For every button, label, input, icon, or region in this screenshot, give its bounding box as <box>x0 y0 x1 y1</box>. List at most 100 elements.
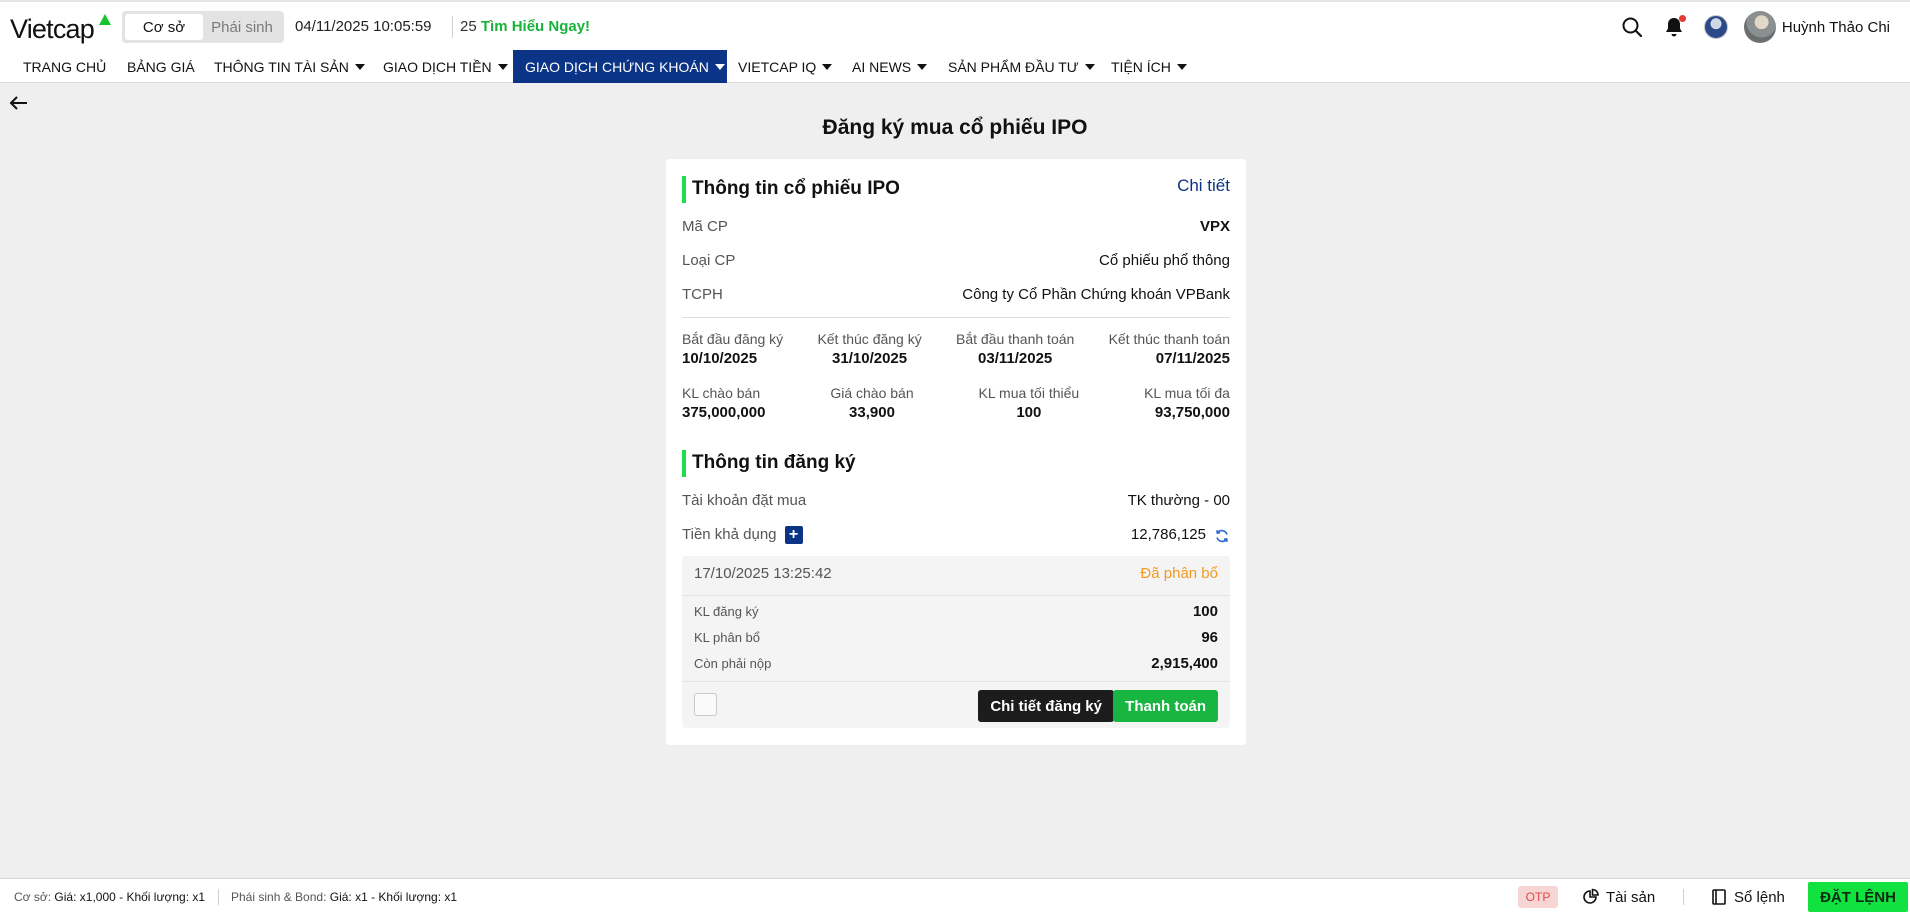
registration-detail-button[interactable]: Chi tiết đăng ký <box>978 690 1114 722</box>
assets-label: Tài sản <box>1606 888 1656 906</box>
nav-item-price-board[interactable]: BẢNG GIÁ <box>115 50 207 83</box>
registration-record: 17/10/2025 13:25:42 Đã phân bổ KL đăng k… <box>682 556 1230 728</box>
info-value: VPX <box>1199 217 1230 235</box>
volume-cell: KL mua tối thiểu 100 <box>979 385 1080 421</box>
record-row-allocated: KL phân bổ 96 <box>694 628 1218 646</box>
divider <box>682 681 1230 682</box>
avatar <box>1743 11 1776 43</box>
date-label: Kết thúc đăng ký <box>817 331 922 347</box>
account-row: Tài khoản đặt mua TK thường - 00 <box>682 490 1230 510</box>
user-name: Huỳnh Thảo Chi <box>1781 18 1890 36</box>
profile-avatar-icon[interactable] <box>1702 13 1730 41</box>
ticker-prefix: 25 <box>460 18 477 35</box>
info-row-ticker: Mã CP VPX <box>682 216 1230 236</box>
caret-down-icon <box>354 63 365 70</box>
volume-cell: KL mua tối đa 93,750,000 <box>1144 385 1230 421</box>
record-checkbox[interactable] <box>694 693 717 716</box>
nav-label: SẢN PHẨM ĐẦU TƯ <box>948 58 1079 75</box>
derivative-multiplier: Phái sinh & Bond: Giá: x1 - Khối lượng: … <box>231 890 457 904</box>
balance-value: 12,786,125 <box>1130 526 1206 544</box>
status-badge: Đã phân bổ <box>1140 565 1218 582</box>
account-label: Tài khoản đặt mua <box>682 491 807 509</box>
header-actions: Huỳnh Thảo Chi <box>1618 10 1890 44</box>
divider <box>682 595 1230 596</box>
date-cell: Kết thúc thanh toán 07/11/2025 <box>1109 331 1230 367</box>
divider <box>1683 889 1684 905</box>
caret-down-icon <box>1084 63 1095 70</box>
nav-label: BẢNG GIÁ <box>127 58 195 75</box>
spot-value: Giá: x1,000 - Khối lượng: x1 <box>54 890 206 904</box>
date-cell: Bắt đầu thanh toán 03/11/2025 <box>956 331 1074 367</box>
nav-label: GIAO DỊCH CHỨNG KHOÁN <box>525 58 709 75</box>
nav-item-ai-news[interactable]: AI NEWS <box>840 50 939 83</box>
record-row-payable: Còn phải nộp 2,915,400 <box>694 654 1218 672</box>
ipo-volumes-grid: KL chào bán 375,000,000 Giá chào bán 33,90… <box>682 385 1230 421</box>
record-row-registered: KL đăng ký 100 <box>694 602 1218 620</box>
back-arrow-icon[interactable] <box>8 92 32 116</box>
date-value: 03/11/2025 <box>978 350 1053 367</box>
balance-row: Tiền khả dụng + 12,786,125 <box>682 525 1230 545</box>
deposit-plus-button[interactable]: + <box>784 526 803 545</box>
volume-value: 33,900 <box>849 404 895 421</box>
pie-chart-icon <box>1583 888 1599 904</box>
ipo-detail-link[interactable]: Chi tiết <box>1177 176 1230 196</box>
date-value: 07/11/2025 <box>1155 350 1230 367</box>
volume-label: KL mua tối đa <box>1144 385 1230 401</box>
refresh-icon[interactable] <box>1214 528 1230 544</box>
pay-button[interactable]: Thanh toán <box>1113 690 1218 722</box>
market-tab-spot[interactable]: Cơ sở <box>125 14 203 40</box>
vietcap-logo[interactable]: Vietcap <box>10 14 95 45</box>
search-icon[interactable] <box>1618 13 1646 41</box>
volume-value: 93,750,000 <box>1154 404 1230 421</box>
bell-icon[interactable] <box>1660 13 1688 41</box>
info-label: Loại CP <box>682 251 736 269</box>
caret-down-icon <box>714 63 725 70</box>
nav-item-cash-transactions[interactable]: GIAO DỊCH TIỀN <box>371 50 520 83</box>
nav-item-utilities[interactable]: TIỆN ÍCH <box>1099 50 1199 83</box>
orderbook-button[interactable]: Sổ lệnh <box>1710 885 1785 909</box>
news-ticker[interactable]: 25 Tìm Hiểu Ngay! <box>460 18 590 35</box>
volume-label: KL chào bán <box>682 385 761 401</box>
record-label: Còn phải nộp <box>694 655 772 671</box>
page-title: Đăng ký mua cổ phiếu IPO <box>822 116 1088 139</box>
user-menu[interactable]: Huỳnh Thảo Chi <box>1743 11 1890 43</box>
divider <box>452 16 453 38</box>
market-tab-derivative[interactable]: Phái sinh <box>203 14 281 40</box>
nav-item-home[interactable]: TRANG CHỦ <box>11 50 118 83</box>
balance-label-group: Tiền khả dụng + <box>682 526 803 545</box>
assets-button[interactable]: Tài sản <box>1582 885 1655 909</box>
clock: 04/11/2025 10:05:59 <box>295 18 432 35</box>
date-value: 31/10/2025 <box>832 350 908 367</box>
otp-badge[interactable]: OTP <box>1518 886 1558 908</box>
date-cell: Kết thúc đăng ký 31/10/2025 <box>817 331 921 367</box>
info-label: TCPH <box>682 285 723 303</box>
record-value: 96 <box>1201 628 1218 646</box>
date-value: 10/10/2025 <box>682 350 758 367</box>
nav-item-securities-trading[interactable]: GIAO DỊCH CHỨNG KHOÁN <box>513 50 727 83</box>
nav-label: VIETCAP IQ <box>738 58 817 75</box>
place-order-button[interactable]: ĐẶT LỆNH <box>1808 882 1908 912</box>
ticker-link[interactable]: Tìm Hiểu Ngay! <box>481 18 590 35</box>
orderbook-label: Sổ lệnh <box>1734 888 1785 906</box>
volume-cell: Giá chào bán 33,900 <box>830 385 913 421</box>
volume-value: 100 <box>1016 404 1042 421</box>
record-label: KL đăng ký <box>694 603 759 619</box>
volume-label: Giá chào bán <box>830 385 914 401</box>
section-title-registration: Thông tin đăng ký <box>682 449 856 477</box>
main-nav: TRANG CHỦ BẢNG GIÁ THÔNG TIN TÀI SẢN GIA… <box>0 50 1910 83</box>
divider <box>682 317 1230 318</box>
nav-item-vietcap-iq[interactable]: VIETCAP IQ <box>726 50 844 83</box>
top-header: Vietcap Cơ sở Phái sinh 04/11/2025 10:05… <box>0 0 1910 50</box>
spot-multiplier: Cơ sở: Giá: x1,000 - Khối lượng: x1 <box>14 890 205 904</box>
volume-cell: KL chào bán 375,000,000 <box>682 385 765 421</box>
nav-label: GIAO DỊCH TIỀN <box>383 58 492 75</box>
info-value: Công ty Cổ Phần Chứng khoán VPBank <box>962 285 1230 303</box>
date-label: Bắt đầu đăng ký <box>682 331 784 347</box>
nav-item-investment-products[interactable]: SẢN PHẨM ĐẦU TƯ <box>936 50 1107 83</box>
nav-label: TIỆN ÍCH <box>1111 58 1171 75</box>
spot-label: Cơ sở: <box>14 890 52 904</box>
account-value[interactable]: TK thường - 00 <box>1128 492 1230 509</box>
status-bar: Cơ sở: Giá: x1,000 - Khối lượng: x1 Phái… <box>0 878 1910 914</box>
nav-item-asset-info[interactable]: THÔNG TIN TÀI SẢN <box>202 50 377 83</box>
caret-down-icon <box>822 63 833 70</box>
